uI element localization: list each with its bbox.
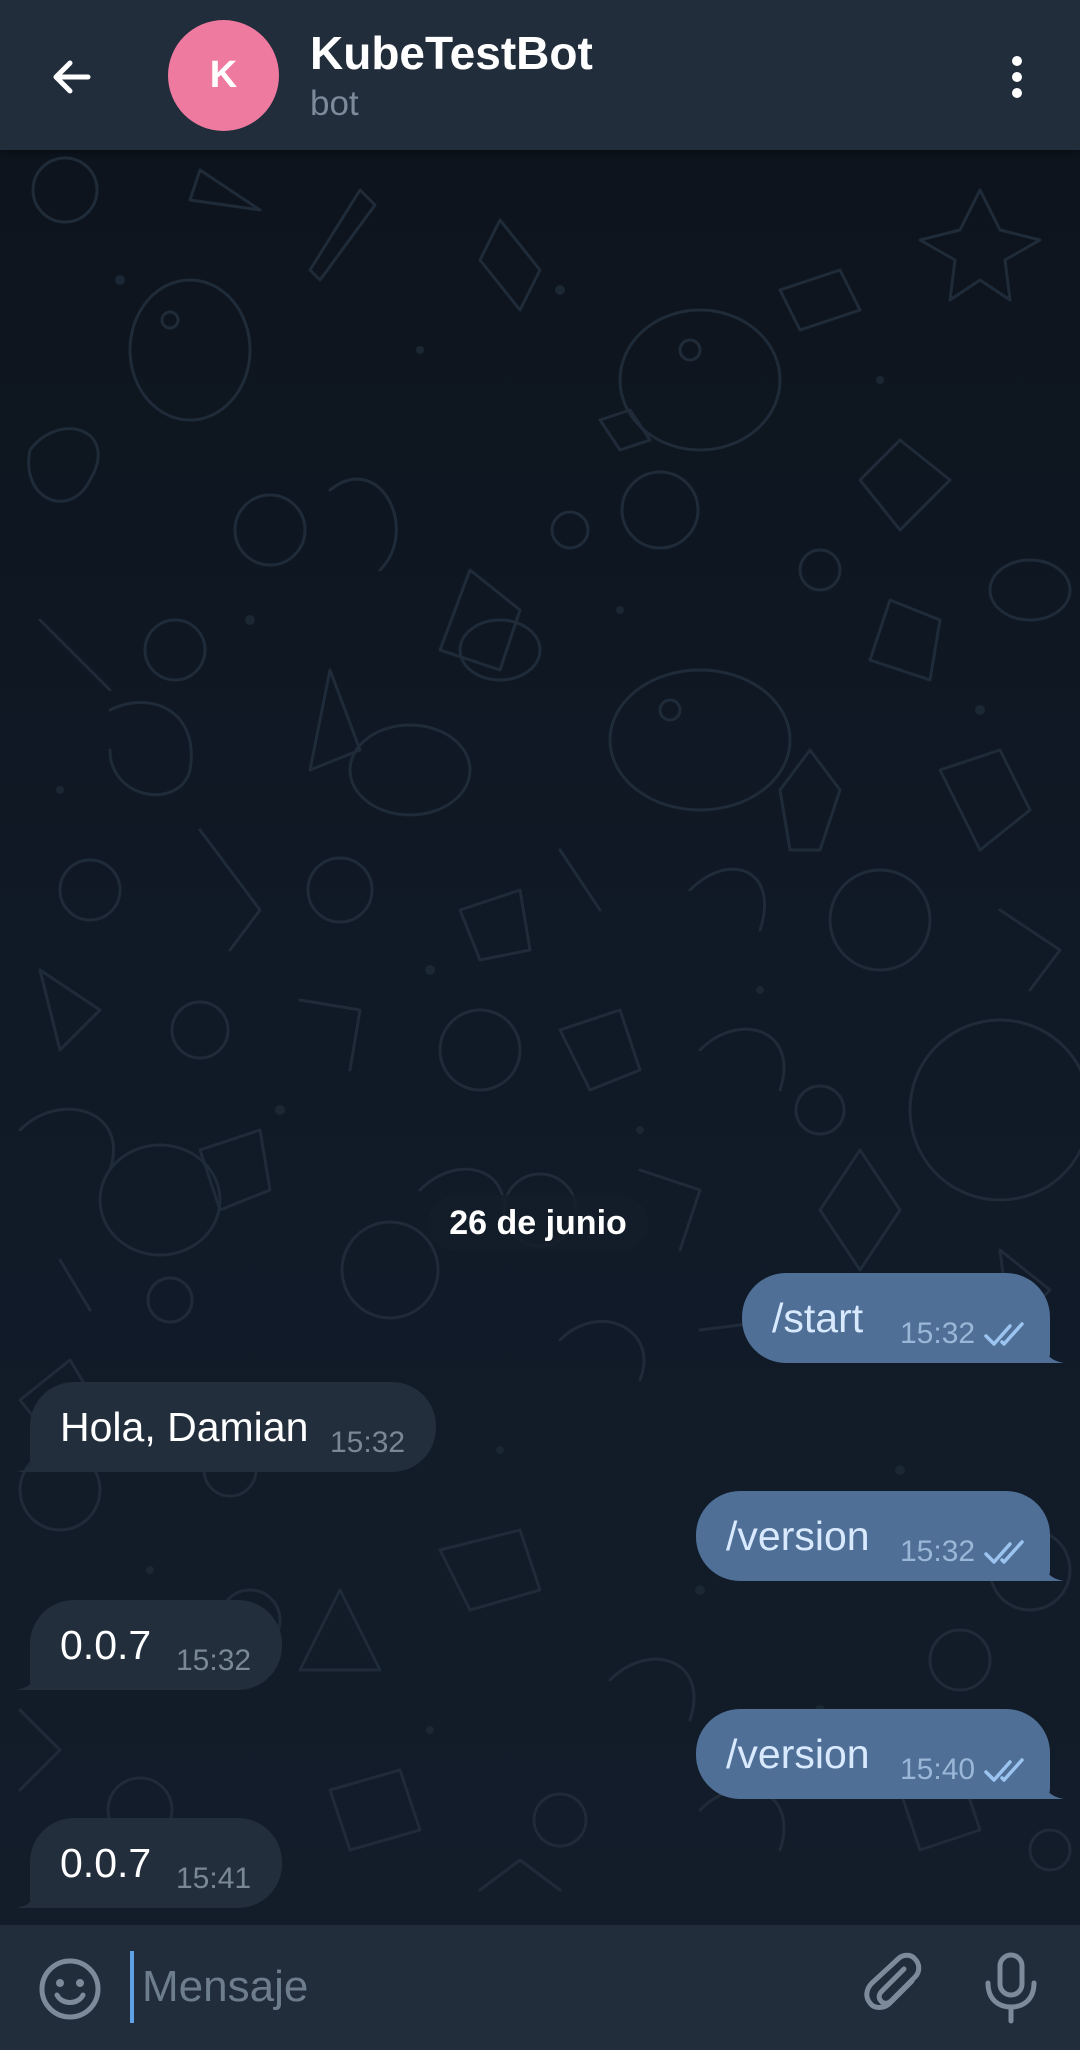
- message-outgoing[interactable]: /version 15:32: [696, 1491, 1064, 1581]
- message-time: 15:40: [900, 1753, 976, 1786]
- message-text: /start: [772, 1295, 864, 1341]
- chat-header: K KubeTestBot bot: [0, 0, 1080, 150]
- message-time: 15:32: [176, 1644, 252, 1677]
- message-text: 0.0.7: [60, 1622, 152, 1668]
- double-check-icon: [984, 1322, 1024, 1346]
- message-incoming[interactable]: 0.0.7 15:32: [16, 1600, 282, 1690]
- bubble-tail: [16, 1668, 38, 1690]
- message-input[interactable]: [130, 1951, 842, 2023]
- message-text: /version: [726, 1731, 870, 1777]
- message-outgoing[interactable]: /version 15:40: [696, 1709, 1064, 1799]
- message-input-bar: [0, 1925, 1080, 2050]
- back-button[interactable]: [32, 37, 112, 117]
- avatar[interactable]: K: [168, 20, 279, 131]
- message-text: /version: [726, 1513, 870, 1559]
- message-time: 15:41: [176, 1862, 252, 1895]
- paperclip-icon[interactable]: [860, 1951, 934, 2025]
- menu-button[interactable]: [982, 37, 1052, 117]
- chat-screen: K KubeTestBot bot 26 de junio /start 15:…: [0, 0, 1080, 2050]
- bubble-tail: [1042, 1341, 1064, 1363]
- message-incoming[interactable]: 0.0.7 15:41: [16, 1818, 282, 1908]
- more-vertical-icon: [1012, 56, 1022, 98]
- double-check-icon: [984, 1758, 1024, 1782]
- arrow-left-icon: [53, 60, 91, 94]
- message-time: 15:32: [330, 1426, 406, 1459]
- message-incoming[interactable]: Hola, Damian 15:32: [16, 1382, 436, 1472]
- message-text: Hola, Damian: [60, 1404, 309, 1450]
- chat-title[interactable]: KubeTestBot: [310, 26, 593, 80]
- double-check-icon: [984, 1540, 1024, 1564]
- message-outgoing[interactable]: /start 15:32: [742, 1273, 1064, 1363]
- message-text: 0.0.7: [60, 1840, 152, 1886]
- bubble-tail: [1042, 1559, 1064, 1581]
- message-time: 15:32: [900, 1317, 976, 1350]
- message-list[interactable]: 26 de junio /start 15:32 Hola, Damian 15…: [0, 150, 1080, 1925]
- message-time: 15:32: [900, 1535, 976, 1568]
- bubble-tail: [16, 1886, 38, 1908]
- date-separator: 26 de junio: [428, 1195, 648, 1251]
- bubble-tail: [16, 1450, 38, 1472]
- avatar-letter: K: [209, 54, 238, 96]
- microphone-icon[interactable]: [976, 1951, 1046, 2025]
- bubble-tail: [1042, 1777, 1064, 1799]
- emoji-icon[interactable]: [36, 1955, 104, 2023]
- chat-subtitle: bot: [310, 84, 359, 123]
